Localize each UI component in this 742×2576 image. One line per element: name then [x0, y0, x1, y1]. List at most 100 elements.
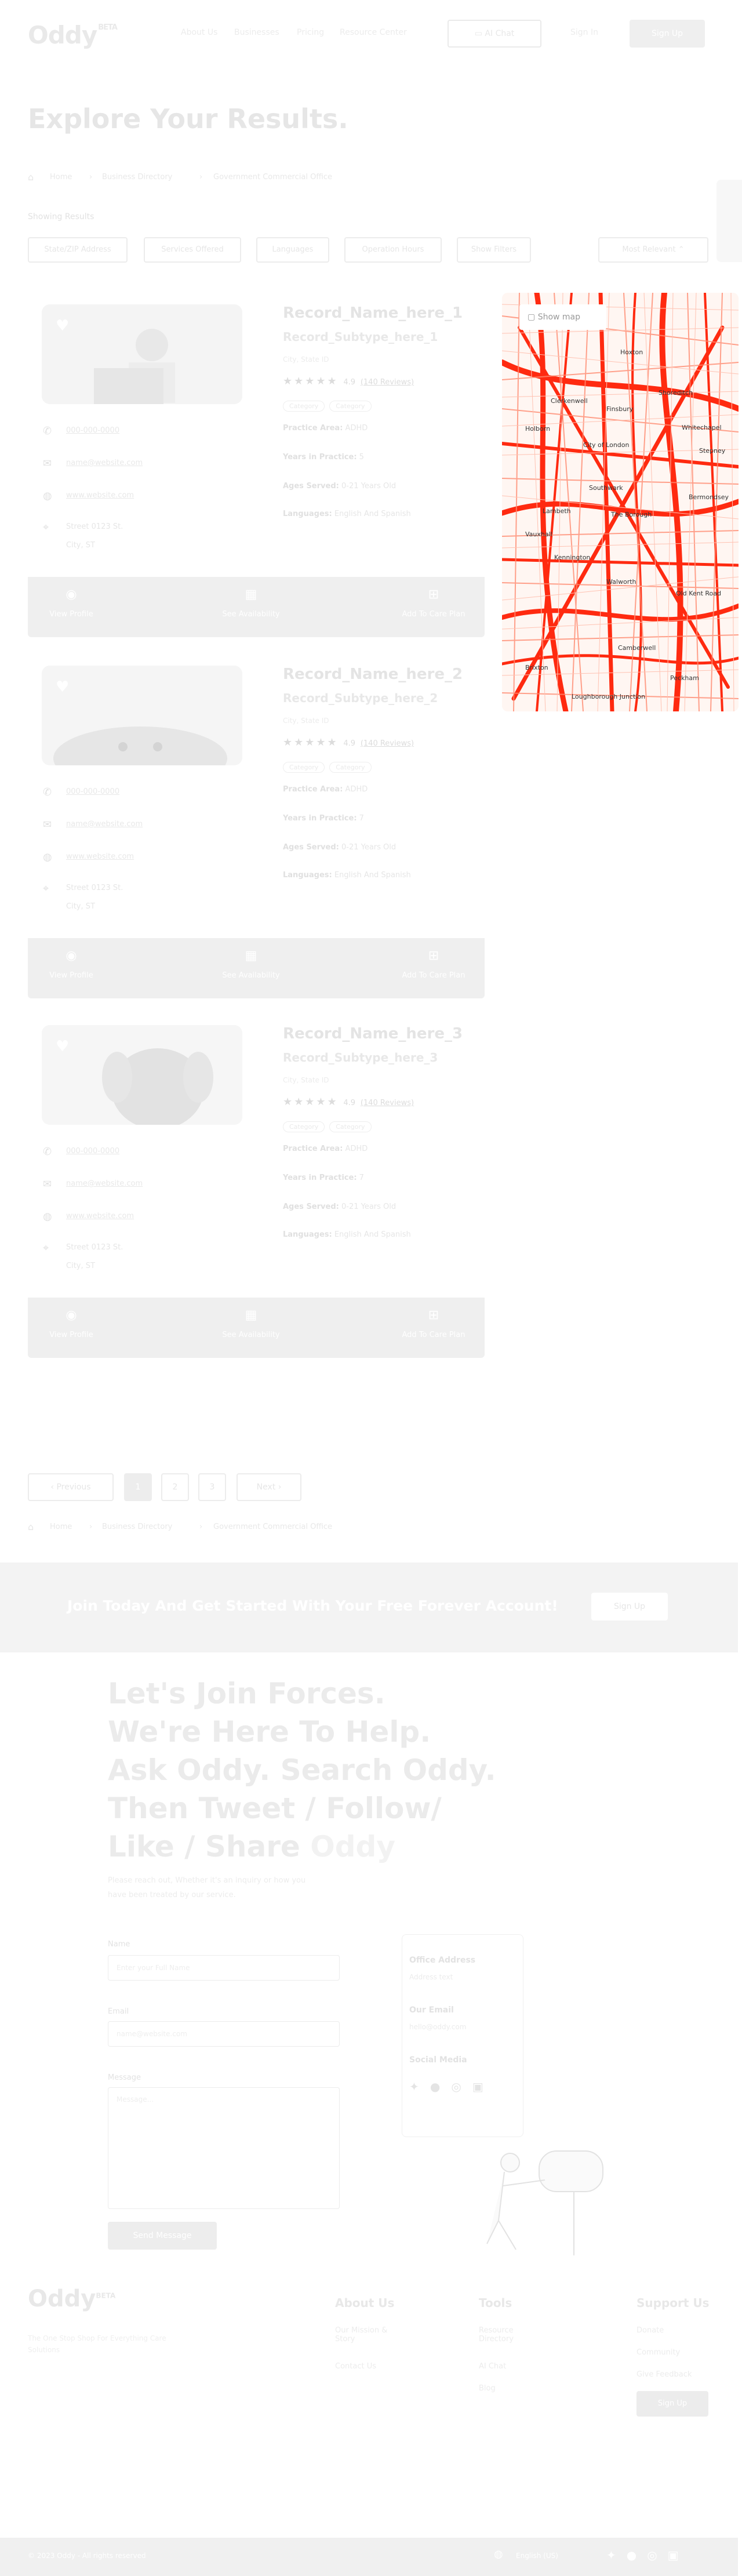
result-card: ♥ Record_Name_here_3 Record_Subtype_here…	[28, 1013, 485, 1358]
filter-services[interactable]: Services Offered	[144, 237, 241, 263]
email-link[interactable]: name@website.com	[66, 820, 143, 829]
sign-up-button[interactable]: Sign Up	[630, 20, 705, 48]
email-link[interactable]: name@website.com	[66, 459, 143, 467]
facebook-icon[interactable]: ●	[627, 2548, 647, 2562]
ages-served: Ages Served: 0-21 Years Old	[283, 482, 397, 491]
footer-blog-link[interactable]: Blog	[479, 2384, 496, 2393]
feedback-tab[interactable]	[716, 180, 742, 262]
breadcrumb-directory[interactable]: Business Directory	[102, 1523, 172, 1531]
send-message-button[interactable]: Send Message	[108, 2222, 217, 2250]
twitter-icon[interactable]: ✦	[606, 2548, 627, 2562]
map-label: Clerkenwell	[551, 397, 588, 405]
banner-sign-up-button[interactable]: Sign Up	[591, 1593, 668, 1621]
breadcrumb-home[interactable]: Home	[50, 1523, 72, 1531]
nav-resource-center[interactable]: Resource Center	[340, 28, 407, 37]
phone-link[interactable]: 000-000-0000	[66, 426, 119, 435]
footer-donate-link[interactable]: Donate	[636, 2326, 664, 2335]
page-2-button[interactable]: 2	[161, 1473, 189, 1501]
favorite-heart-icon[interactable]: ♥	[56, 1038, 69, 1055]
nav-pricing[interactable]: Pricing	[297, 28, 324, 37]
footer-sign-up-button[interactable]: Sign Up	[636, 2391, 708, 2417]
see-availability-button[interactable]: ▦ See Availability	[208, 949, 294, 980]
footer-community-link[interactable]: Community	[636, 2348, 680, 2357]
page-3-button[interactable]: 3	[198, 1473, 226, 1501]
view-profile-button[interactable]: ◉ View Profile	[39, 949, 103, 980]
footer-ai-chat-link[interactable]: AI Chat	[479, 2362, 506, 2371]
instagram-icon[interactable]: ◎	[647, 2548, 667, 2562]
showing-results-label: Showing Results	[28, 212, 94, 221]
view-profile-button[interactable]: ◉ View Profile	[39, 587, 103, 619]
footer-contact-link[interactable]: Contact Us	[335, 2362, 376, 2371]
see-availability-button[interactable]: ▦ See Availability	[208, 587, 294, 619]
filter-show-filters[interactable]: Show Filters	[457, 237, 531, 263]
footer-resource-link[interactable]: Resource Directory	[479, 2326, 531, 2344]
previous-page-button[interactable]: ‹ Previous	[28, 1473, 114, 1501]
favorite-heart-icon[interactable]: ♥	[56, 678, 69, 696]
breadcrumb-directory[interactable]: Business Directory	[102, 173, 172, 181]
rating-stars: ★★★★★ 4.9 (140 Reviews)	[283, 375, 414, 387]
add-to-care-plan-button[interactable]: ⊞ Add To Care Plan	[387, 1308, 480, 1339]
record-name[interactable]: Record_Name_here_1	[283, 304, 463, 322]
languages: Languages: English And Spanish	[283, 510, 411, 518]
ages-served: Ages Served: 0-21 Years Old	[283, 843, 397, 852]
map-icon: ▢	[528, 313, 538, 322]
office-title: Office Address	[409, 1956, 476, 1965]
website-link[interactable]: www.website.com	[66, 1212, 134, 1220]
next-page-button[interactable]: Next ›	[237, 1473, 301, 1501]
address-line2: City, ST	[66, 1262, 95, 1270]
nav-businesses[interactable]: Businesses	[234, 28, 279, 37]
sign-in-link[interactable]: Sign In	[570, 28, 598, 37]
phone-link[interactable]: 000-000-0000	[66, 787, 119, 796]
favorite-heart-icon[interactable]: ♥	[56, 317, 69, 335]
home-icon[interactable]: ⌂	[28, 172, 34, 183]
see-availability-button[interactable]: ▦ See Availability	[208, 1308, 294, 1339]
view-profile-button[interactable]: ◉ View Profile	[39, 1308, 103, 1339]
chevron-up-icon: ⌃	[678, 245, 685, 254]
logo[interactable]: Oddy BETA	[28, 21, 118, 49]
chevron-right-icon: ›	[199, 1523, 203, 1531]
linkedin-icon[interactable]: ▣	[472, 2080, 483, 2094]
chevron-left-icon: ‹	[50, 1483, 57, 1492]
email-field[interactable]: name@website.com	[108, 2021, 340, 2047]
page-1-button[interactable]: 1	[124, 1473, 152, 1501]
nav-about-us[interactable]: About Us	[181, 28, 217, 37]
show-map-toggle[interactable]: ▢ Show map	[519, 304, 606, 330]
message-textarea[interactable]: Message...	[108, 2087, 340, 2209]
filter-state-zip[interactable]: State/ZIP Address	[28, 237, 128, 263]
record-photo: ♥	[42, 304, 242, 404]
footer-mission-link[interactable]: Our Mission & Story	[335, 2326, 393, 2344]
ai-chat-button[interactable]: ▭ AI Chat	[448, 20, 541, 48]
map-streets: Hoxton Shoreditch Clerkenwell Finsbury W…	[502, 293, 739, 711]
sort-select[interactable]: Most Relevant ⌃	[598, 237, 708, 263]
filter-languages[interactable]: Languages	[256, 237, 329, 263]
chevron-right-icon: ›	[89, 173, 93, 181]
linkedin-icon[interactable]: ▣	[668, 2548, 689, 2562]
plus-file-icon: ⊞	[428, 587, 439, 602]
chevron-right-icon: ›	[199, 173, 203, 181]
instagram-icon[interactable]: ◎	[451, 2080, 461, 2094]
website-link[interactable]: www.website.com	[66, 852, 134, 861]
result-card: ♥ Record_Name_here_2 Record_Subtype_here…	[28, 654, 485, 998]
add-to-care-plan-button[interactable]: ⊞ Add To Care Plan	[387, 949, 480, 980]
twitter-icon[interactable]: ✦	[409, 2080, 419, 2094]
filter-hours[interactable]: Operation Hours	[344, 237, 442, 263]
address-line1: Street 0123 St.	[66, 1243, 123, 1252]
breadcrumb-home[interactable]: Home	[50, 173, 72, 181]
footer-feedback-link[interactable]: Give Feedback	[636, 2370, 692, 2379]
chat-icon: ▭	[474, 29, 485, 38]
results-map[interactable]: Hoxton Shoreditch Clerkenwell Finsbury W…	[502, 293, 739, 711]
email-link[interactable]: name@website.com	[66, 1179, 143, 1188]
phone-link[interactable]: 000-000-0000	[66, 1147, 119, 1156]
record-name[interactable]: Record_Name_here_3	[283, 1025, 463, 1042]
add-to-care-plan-button[interactable]: ⊞ Add To Care Plan	[387, 587, 480, 619]
website-link[interactable]: www.website.com	[66, 491, 134, 500]
name-field[interactable]: Enter your Full Name	[108, 1955, 340, 1981]
record-name[interactable]: Record_Name_here_2	[283, 666, 463, 683]
rating-stars: ★★★★★ 4.9 (140 Reviews)	[283, 736, 414, 749]
record-location: City, State ID	[283, 1076, 329, 1084]
record-photo: ♥	[42, 1025, 242, 1125]
facebook-icon[interactable]: ●	[430, 2080, 440, 2094]
footer-logo[interactable]: OddyBETA	[28, 2286, 115, 2312]
language-selector[interactable]: English (US)	[516, 2552, 558, 2560]
home-icon[interactable]: ⌂	[28, 1521, 34, 1532]
